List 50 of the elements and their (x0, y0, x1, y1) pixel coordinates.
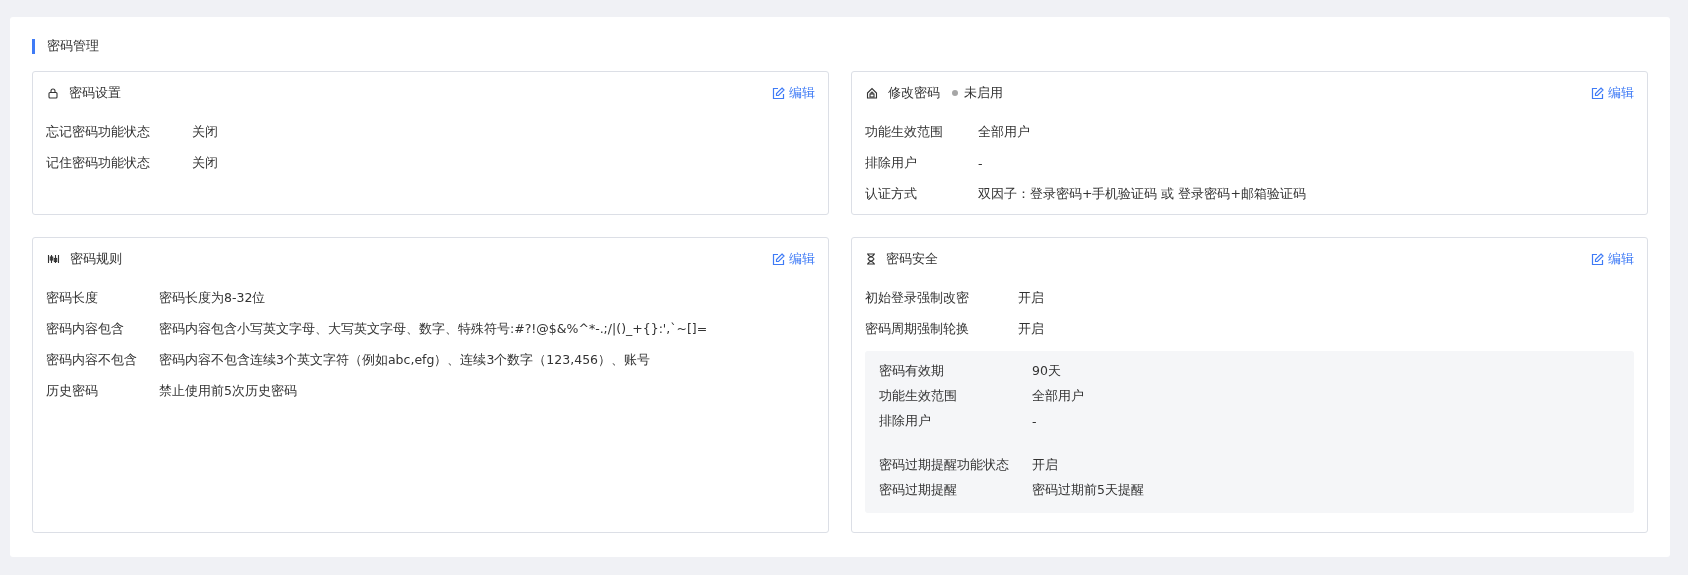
edit-icon (1591, 252, 1604, 266)
edit-link[interactable]: 编辑 (772, 250, 815, 268)
field-value: 关闭 (192, 124, 218, 141)
edit-icon (772, 86, 785, 100)
field-value: 全部用户 (1032, 388, 1084, 405)
card-title: 修改密码 (888, 84, 940, 102)
field-value: 关闭 (192, 155, 218, 172)
field-label: 初始登录强制改密 (865, 290, 970, 307)
field-label: 密码过期提醒 (879, 482, 958, 499)
field-label: 记住密码功能状态 (46, 155, 151, 172)
field-label: 密码过期提醒功能状态 (879, 457, 1010, 474)
card-title: 密码安全 (886, 250, 938, 268)
field-label: 忘记密码功能状态 (46, 124, 151, 141)
card-title: 密码规则 (70, 250, 122, 268)
house-lock-icon (866, 87, 878, 99)
field-label: 密码有效期 (879, 363, 945, 380)
field-label: 功能生效范围 (865, 124, 944, 141)
status-text: 未启用 (964, 84, 1003, 102)
field-value: 禁止使用前5次历史密码 (159, 383, 297, 400)
edit-link[interactable]: 编辑 (772, 84, 815, 102)
edit-link[interactable]: 编辑 (1591, 250, 1634, 268)
field-value: 密码内容包含小写英文字母、大写英文字母、数字、特殊符号:#?!@$&%^*-.;/|()_+{}:',`~[]= (159, 321, 708, 338)
field-label: 认证方式 (865, 186, 918, 203)
field-value: 密码长度为8-32位 (159, 290, 266, 307)
edit-icon (1591, 86, 1604, 100)
lock-icon (47, 87, 59, 99)
edit-link[interactable]: 编辑 (1591, 84, 1634, 102)
field-value: 开启 (1018, 290, 1044, 307)
hourglass-icon (866, 253, 876, 265)
card-title: 密码设置 (69, 84, 121, 102)
field-value: 开启 (1032, 457, 1058, 474)
field-value: 密码过期前5天提醒 (1032, 482, 1144, 499)
field-label: 排除用户 (879, 413, 932, 430)
edit-icon (772, 252, 785, 266)
field-value: 密码内容不包含连续3个英文字符（例如abc,efg）、连续3个数字（123,456）、账号 (159, 352, 651, 369)
field-label: 历史密码 (46, 383, 99, 400)
field-label: 密码内容不包含 (46, 352, 138, 369)
field-label: 排除用户 (865, 155, 918, 172)
field-value: 90天 (1032, 363, 1061, 380)
page-title: 密码管理 (47, 37, 99, 55)
field-value: 双因子：登录密码+手机验证码 或 登录密码+邮箱验证码 (978, 186, 1306, 203)
field-label: 密码周期强制轮换 (865, 321, 970, 338)
field-value: 全部用户 (978, 124, 1030, 141)
field-value: - (1032, 414, 1037, 429)
field-label: 密码长度 (46, 290, 99, 307)
field-label: 功能生效范围 (879, 388, 958, 405)
field-label: 密码内容包含 (46, 321, 125, 338)
field-value: - (978, 156, 983, 171)
field-value: 开启 (1018, 321, 1044, 338)
sliders-icon (47, 253, 60, 265)
